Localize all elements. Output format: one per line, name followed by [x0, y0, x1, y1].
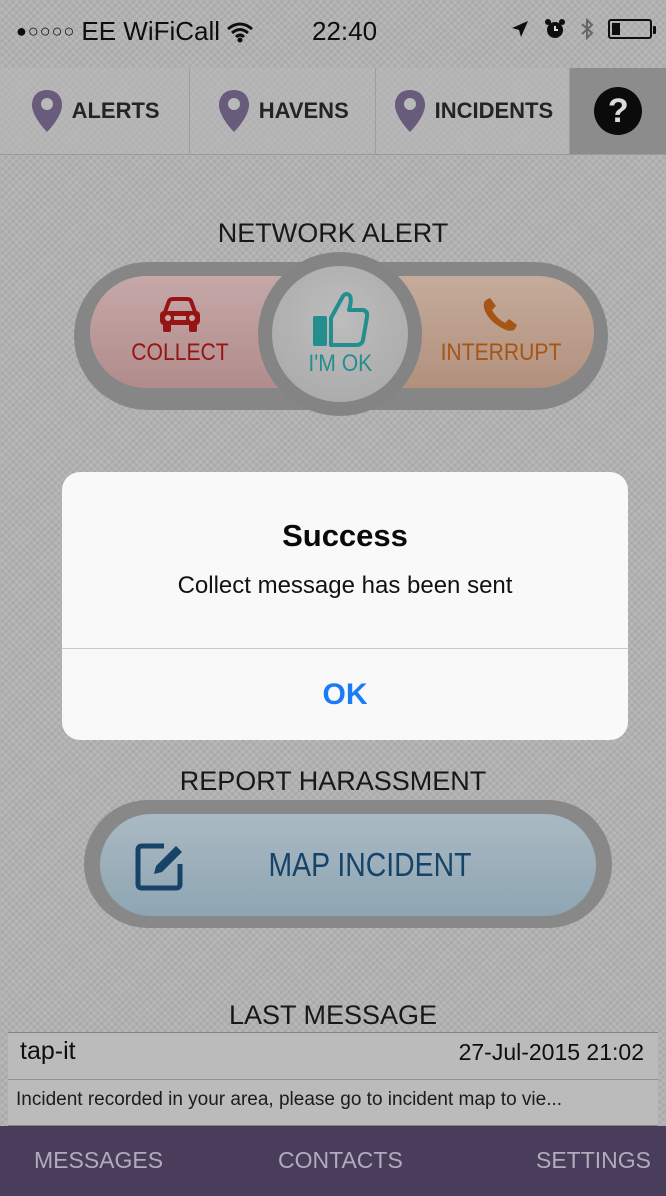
- dialog-message: Collect message has been sent: [177, 572, 513, 599]
- success-dialog: Success Collect message has been sent OK: [62, 472, 628, 740]
- dialog-ok-button[interactable]: OK: [62, 649, 628, 740]
- dialog-title: Success: [282, 518, 408, 553]
